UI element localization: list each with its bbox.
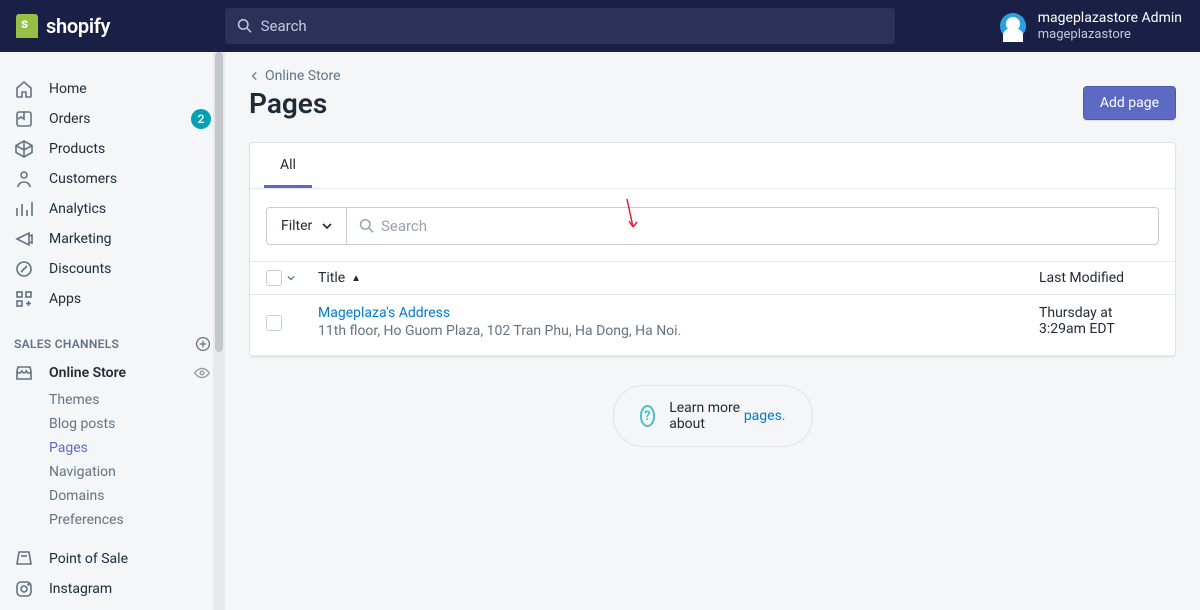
scrollbar[interactable]	[213, 52, 225, 610]
select-all-checkbox[interactable]	[266, 270, 282, 286]
select-all-dropdown[interactable]	[286, 273, 296, 283]
caret-down-icon	[322, 221, 332, 231]
nav-orders[interactable]: Orders 2	[0, 104, 225, 134]
tab-all[interactable]: All	[264, 143, 312, 188]
sort-asc-icon: ▲	[351, 273, 361, 284]
user-store: mageplazastore	[1038, 27, 1182, 43]
home-icon	[14, 79, 34, 99]
nav-label: Apps	[49, 291, 81, 307]
subnav-themes[interactable]: Themes	[49, 388, 225, 412]
user-menu[interactable]: mageplazastore Admin mageplazastore	[960, 0, 1200, 52]
add-channel-icon[interactable]	[195, 336, 211, 352]
breadcrumb[interactable]: Online Store	[249, 68, 1176, 84]
apps-icon	[14, 289, 34, 309]
avatar	[1000, 13, 1026, 39]
add-page-button[interactable]: Add page	[1083, 86, 1176, 120]
nav-label: Analytics	[49, 201, 106, 217]
nav-instagram[interactable]: Instagram	[0, 574, 225, 604]
filter-search-input[interactable]	[375, 217, 1146, 235]
page-title: Pages	[249, 87, 327, 120]
pages-card: All Filter	[249, 142, 1176, 357]
nav-marketing[interactable]: Marketing	[0, 224, 225, 254]
subnav-navigation[interactable]: Navigation	[49, 460, 225, 484]
nav-label: Online Store	[49, 365, 126, 381]
nav-label: Point of Sale	[49, 551, 128, 567]
nav-customers[interactable]: Customers	[0, 164, 225, 194]
nav-label: Instagram	[49, 581, 112, 597]
sales-channels-heading: SALES CHANNELS	[0, 324, 225, 358]
nav-label: Marketing	[49, 231, 112, 247]
global-search-input[interactable]	[253, 17, 883, 35]
sidebar: Home Orders 2 Products Customers Analyti…	[0, 52, 225, 610]
nav-products[interactable]: Products	[0, 134, 225, 164]
nav-label: Products	[49, 141, 105, 157]
filter-button[interactable]: Filter	[267, 208, 347, 244]
th-title[interactable]: Title ▲	[318, 270, 1039, 286]
view-store-icon[interactable]	[193, 364, 211, 382]
table-row: Mageplaza's Address 11th floor, Ho Guom …	[250, 295, 1175, 356]
page-link[interactable]: Mageplaza's Address	[318, 305, 1039, 321]
nav-label: Customers	[49, 171, 117, 187]
subnav-pages[interactable]: Pages	[49, 436, 225, 460]
subnav-preferences[interactable]: Preferences	[49, 508, 225, 532]
search-icon	[359, 218, 375, 234]
pos-icon	[14, 549, 34, 569]
analytics-icon	[14, 199, 34, 219]
filter-group: Filter	[266, 207, 1159, 245]
nav-online-store[interactable]: Online Store	[0, 358, 225, 388]
brand-name: shopify	[46, 14, 110, 38]
chevron-left-icon	[249, 70, 261, 82]
discounts-icon	[14, 259, 34, 279]
help-icon: ?	[640, 405, 656, 427]
th-modified[interactable]: Last Modified	[1039, 270, 1159, 286]
nav-pos[interactable]: Point of Sale	[0, 544, 225, 574]
nav-label: Discounts	[49, 261, 111, 277]
nav-home[interactable]: Home	[0, 74, 225, 104]
row-checkbox[interactable]	[266, 315, 282, 331]
shopify-bag-icon	[16, 14, 38, 38]
nav-analytics[interactable]: Analytics	[0, 194, 225, 224]
instagram-icon	[14, 579, 34, 599]
marketing-icon	[14, 229, 34, 249]
row-modified: Thursday at 3:29am EDT	[1039, 305, 1159, 339]
table-header: Title ▲ Last Modified	[250, 261, 1175, 295]
orders-icon	[14, 109, 34, 129]
search-icon	[237, 18, 253, 34]
customers-icon	[14, 169, 34, 189]
nav-discounts[interactable]: Discounts	[0, 254, 225, 284]
nav-apps[interactable]: Apps	[0, 284, 225, 314]
main-content: Online Store Pages Add page All Filter	[225, 52, 1200, 610]
orders-badge: 2	[191, 109, 211, 129]
learn-more-pill: ? Learn more about pages.	[613, 385, 813, 447]
nav-label: Home	[49, 81, 87, 97]
store-icon	[14, 363, 34, 383]
logo[interactable]: shopify	[0, 14, 225, 38]
products-icon	[14, 139, 34, 159]
nav-label: Orders	[49, 111, 91, 127]
page-excerpt: 11th floor, Ho Guom Plaza, 102 Tran Phu,…	[318, 323, 1039, 339]
subnav-blog[interactable]: Blog posts	[49, 412, 225, 436]
filter-search[interactable]	[347, 208, 1158, 244]
learn-more-link[interactable]: pages.	[744, 408, 786, 424]
subnav-domains[interactable]: Domains	[49, 484, 225, 508]
user-name: mageplazastore Admin	[1038, 10, 1182, 27]
global-search[interactable]	[225, 8, 895, 44]
